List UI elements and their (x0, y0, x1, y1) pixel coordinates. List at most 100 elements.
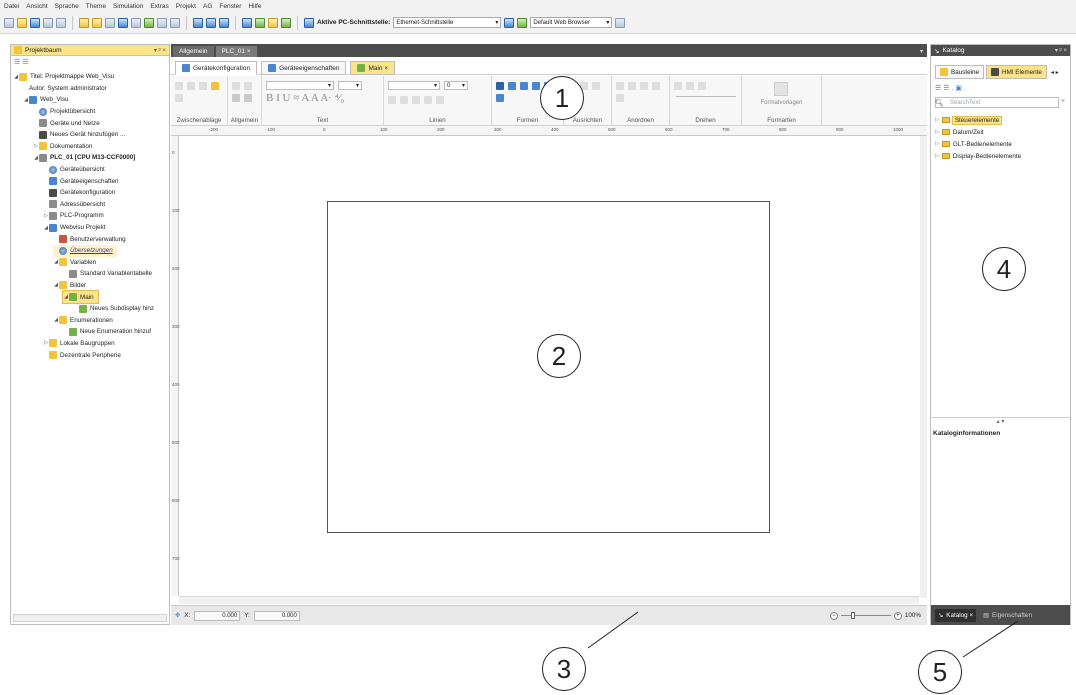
tree-item[interactable]: Neues Subdisplay hinz (73, 303, 169, 315)
browser-select[interactable]: Default Web Browser ▾ (530, 17, 613, 28)
align-center-icon[interactable] (400, 96, 408, 104)
menu-projekt[interactable]: Projekt (176, 3, 196, 10)
group-icon[interactable] (640, 82, 648, 90)
text-format-icons[interactable]: B I U ≈ A A A· ⁴⁄₀ (266, 92, 344, 104)
simulation-icon[interactable] (242, 17, 252, 28)
expand-icon[interactable]: ▷ (935, 141, 939, 147)
download-icon[interactable] (193, 17, 203, 28)
tab-hmi-elemente[interactable]: HMI Elemente (986, 65, 1047, 79)
pointer-icon[interactable] (244, 82, 252, 90)
grid-icon[interactable] (232, 94, 240, 102)
catalog-item[interactable]: ▷ GLT-Bedienelemente (931, 138, 1070, 150)
line-width-select[interactable]: 0 ▾ (444, 81, 468, 90)
redo-icon[interactable] (170, 17, 180, 28)
align-bottom-icon[interactable] (592, 82, 600, 90)
tree-item[interactable]: Standard Variablentabelle (63, 268, 169, 280)
undo-icon[interactable] (157, 17, 167, 28)
polygon-tool-icon[interactable] (532, 82, 540, 90)
open-project-icon[interactable] (17, 17, 27, 28)
clear-search-icon[interactable]: × (1061, 98, 1065, 105)
tree-item[interactable]: ◢ Variablen (53, 257, 169, 269)
tree-item[interactable]: Adressübersicht (43, 199, 169, 211)
compile-icon[interactable] (144, 17, 154, 28)
catalog-item[interactable]: ▷ Steuerelemente (931, 114, 1070, 126)
menu-hilfe[interactable]: Hilfe (248, 3, 261, 10)
tab-eigenschaften[interactable]: ▤ Eigenschaften (980, 609, 1035, 622)
menu-datei[interactable]: Datei (4, 3, 19, 10)
tree-item[interactable]: ▷ PLC-Programm (43, 210, 169, 222)
browser-icon[interactable] (517, 17, 528, 28)
arrow-end-icon[interactable] (436, 96, 444, 104)
image-tool-icon[interactable] (496, 94, 504, 102)
font-size-select[interactable]: ▾ (338, 81, 362, 90)
tree-item[interactable]: Geräte und Netze (33, 117, 169, 129)
menu-ag[interactable]: AG (203, 3, 212, 10)
open-browser-icon[interactable] (615, 17, 626, 28)
tree-item[interactable]: ▷ Dokumentation (33, 141, 169, 153)
y-coordinate-field[interactable]: 0.000 (253, 610, 300, 621)
zoom-slider-knob[interactable] (850, 612, 855, 619)
print-icon[interactable] (43, 17, 53, 28)
tree-item[interactable]: ◢ Bilder (53, 280, 169, 292)
expand-icon[interactable]: ▷ (935, 117, 939, 123)
tab-bausteine[interactable]: Bausteine (935, 65, 985, 79)
font-family-select[interactable]: ▾ (266, 81, 334, 90)
zoom-in-button[interactable]: + (893, 611, 902, 620)
print-preview-icon[interactable] (56, 17, 66, 28)
interface-settings-icon[interactable] (504, 17, 515, 28)
tree-item[interactable]: Geräteübersicht (43, 164, 169, 176)
paste-icon[interactable] (175, 82, 183, 90)
menu-simulation[interactable]: Simulation (113, 3, 143, 10)
catalog-item[interactable]: ▷ Datum/Zeit (931, 126, 1070, 138)
run-icon[interactable] (281, 17, 291, 28)
align-left-icon[interactable] (388, 96, 396, 104)
tree-item[interactable]: ◢ Webvisu Projekt (43, 222, 169, 234)
menu-ansicht[interactable]: Ansicht (26, 3, 47, 10)
expand-icon[interactable]: ▷ (935, 129, 939, 135)
rotate-right-icon[interactable] (686, 82, 694, 90)
cut-icon[interactable] (105, 17, 115, 28)
size-icon[interactable] (616, 94, 624, 102)
ellipse-tool-icon[interactable] (520, 82, 528, 90)
online-icon[interactable] (219, 17, 229, 28)
tab-geraetekonfiguration[interactable]: Gerätekonfiguration (175, 61, 258, 75)
layer-icon[interactable] (244, 94, 252, 102)
menu-fenster[interactable]: Fenster (219, 3, 241, 10)
tree-item[interactable]: ◢ PLC_01 [CPU M13-CCF0000] (33, 152, 169, 164)
tree-item[interactable]: ◢ Web_Visu (23, 94, 169, 106)
catalog-toggle-icon[interactable] (92, 17, 102, 28)
horizontal-scrollbar[interactable] (13, 614, 167, 622)
ungroup-icon[interactable] (652, 82, 660, 90)
catalog-view-toggle-icon[interactable]: ☰ ☰ . ▣ . (935, 84, 966, 92)
catalog-item[interactable]: ▷ Display-Bedienelemente (931, 150, 1070, 162)
arrow-start-icon[interactable] (424, 96, 432, 104)
tree-item[interactable]: Gerätekonfiguration (43, 187, 169, 199)
panel-controls[interactable]: ▾ ᵖ × (1055, 47, 1067, 54)
tree-item[interactable]: ◢ Main (62, 290, 99, 304)
tab-scroll-arrows-icon[interactable]: ◂ ▸ (1051, 69, 1059, 76)
tab-menu-chevron-icon[interactable]: ▾ (920, 48, 927, 55)
menu-theme[interactable]: Theme (86, 3, 106, 10)
tree-item[interactable]: Projektübersicht (33, 106, 169, 118)
format-painter-icon[interactable] (211, 82, 219, 90)
tab-main[interactable]: Main × (350, 61, 396, 75)
vertical-scrollbar[interactable] (920, 136, 927, 598)
align-right-icon[interactable] (412, 96, 420, 104)
style-template-icon[interactable] (774, 82, 788, 96)
new-project-icon[interactable] (4, 17, 14, 28)
menu-sprache[interactable]: Sprache (55, 3, 79, 10)
zoom-slider[interactable] (840, 612, 891, 619)
tab-plc01[interactable]: PLC_01 × (215, 46, 257, 57)
tree-item[interactable]: Geräteeigenschaften (43, 175, 169, 187)
tree-item[interactable]: Neues Gerät hinzufügen ... (33, 129, 169, 141)
rectangle-tool-icon[interactable] (508, 82, 516, 90)
flip-icon[interactable] (698, 82, 706, 90)
upload-icon[interactable] (206, 17, 216, 28)
rotate-left-icon[interactable] (674, 82, 682, 90)
tree-item[interactable]: ◢ Titel: Projektmappe Web_Visu (13, 71, 169, 83)
line-tool-icon[interactable] (496, 82, 504, 90)
delete-icon[interactable] (175, 94, 183, 102)
project-tree-toggle-icon[interactable] (79, 17, 89, 28)
bring-front-icon[interactable] (616, 82, 624, 90)
tree-item[interactable]: Autor: System administrator (23, 83, 169, 95)
